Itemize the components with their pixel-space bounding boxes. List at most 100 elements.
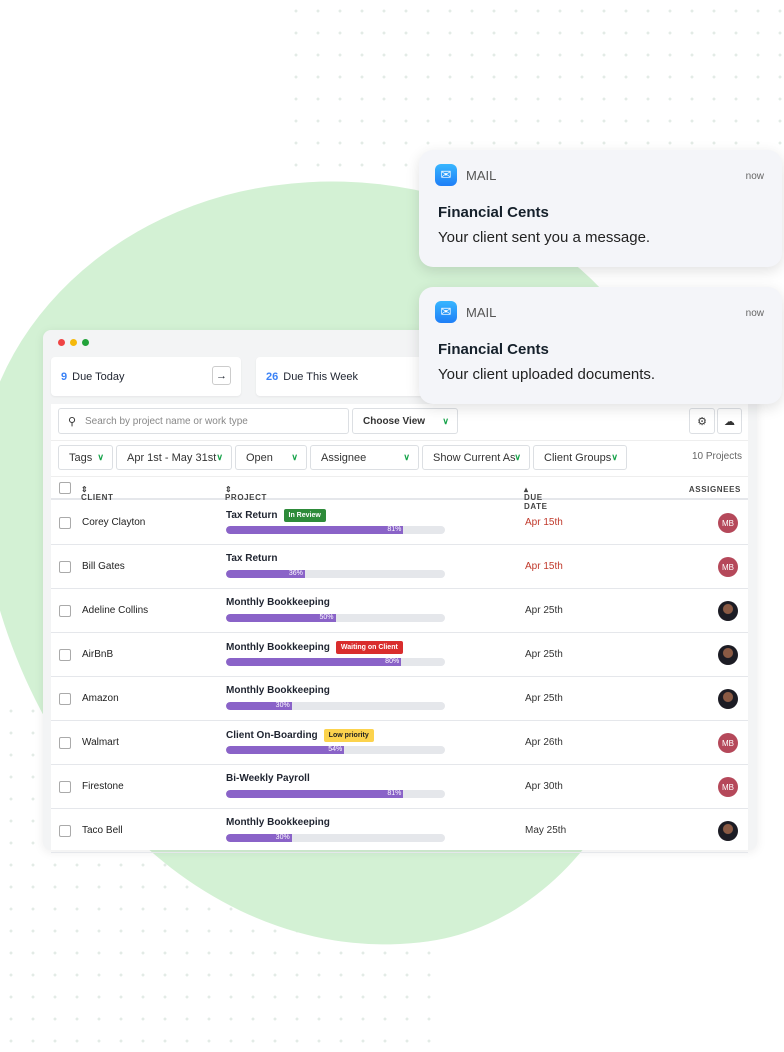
- client-name[interactable]: Walmart: [82, 737, 119, 748]
- row-checkbox[interactable]: [59, 781, 71, 793]
- project-name[interactable]: Monthly Bookkeeping: [226, 685, 330, 696]
- app-window: 9 Due Today → 26 Due This Week ⚲ Search …: [43, 330, 757, 853]
- due-date: Apr 30th: [525, 781, 563, 792]
- avatar[interactable]: MB: [718, 733, 738, 753]
- status-badge: In Review: [283, 509, 326, 522]
- filter-0[interactable]: Tags ∨: [58, 445, 113, 470]
- client-name[interactable]: Adeline Collins: [82, 605, 148, 616]
- notification-title: Financial Cents: [438, 341, 549, 358]
- chevron-down-icon: ∨: [291, 452, 298, 462]
- filter-label: Open: [246, 451, 273, 464]
- project-name[interactable]: Monthly Bookkeeping: [226, 597, 330, 608]
- filter-5[interactable]: Client Groups ∨: [533, 445, 627, 470]
- row-checkbox[interactable]: [59, 693, 71, 705]
- avatar[interactable]: MB: [718, 513, 738, 533]
- client-name[interactable]: Firestone: [82, 781, 124, 792]
- filter-1[interactable]: Apr 1st - May 31st ∨: [116, 445, 232, 470]
- due-date-header[interactable]: DUE DATE ▴: [524, 485, 547, 511]
- project-count: 10 Projects: [691, 451, 742, 462]
- project-name[interactable]: Tax Return In Review: [226, 509, 326, 522]
- avatar-photo[interactable]: [718, 689, 738, 709]
- maximize-dot[interactable]: [82, 339, 89, 346]
- arrow-right-icon[interactable]: →: [212, 366, 231, 385]
- client-name[interactable]: Amazon: [82, 693, 119, 704]
- filter-label: Tags: [69, 451, 93, 464]
- table-row[interactable]: Corey Clayton Tax Return In Review 81% Ap…: [51, 501, 748, 545]
- notification[interactable]: ✉ MAIL now Financial Cents Your client uploa…: [419, 287, 782, 404]
- close-dot[interactable]: [58, 339, 65, 346]
- due-week-count: 26: [266, 370, 279, 383]
- project-name[interactable]: Client On-Boarding Low priority: [226, 729, 374, 742]
- client-name[interactable]: Bill Gates: [82, 561, 125, 572]
- progress-fill: 30%: [226, 834, 292, 842]
- project-name[interactable]: Monthly Bookkeeping: [226, 817, 330, 828]
- due-date: Apr 15th: [525, 517, 563, 528]
- table-row[interactable]: Walmart Client On-Boarding Low priority 5…: [51, 721, 748, 765]
- filter-4[interactable]: Show Current As ∨: [422, 445, 530, 470]
- projects-panel: ⚲ Search by project name or work type Ch…: [51, 404, 748, 853]
- minimize-dot[interactable]: [70, 339, 77, 346]
- client-name[interactable]: Corey Clayton: [82, 517, 145, 528]
- filter-3[interactable]: Assignee ∨: [310, 445, 419, 470]
- choose-view-dropdown[interactable]: Choose View ∨: [352, 408, 458, 434]
- table-row[interactable]: Bill Gates Tax Return 36% Apr 15th MB: [51, 545, 748, 589]
- progress-bar: 50%: [226, 614, 445, 622]
- progress-bar: 80%: [226, 658, 445, 666]
- row-checkbox[interactable]: [59, 517, 71, 529]
- chevron-down-icon: ∨: [514, 452, 521, 462]
- avatar-photo[interactable]: [718, 601, 738, 621]
- progress-bar: 81%: [226, 526, 445, 534]
- chevron-down-icon: ∨: [216, 452, 223, 462]
- client-name[interactable]: Taco Bell: [82, 825, 123, 836]
- progress-fill: 50%: [226, 614, 336, 622]
- notification-app: MAIL: [466, 305, 497, 320]
- progress-fill: 30%: [226, 702, 292, 710]
- select-all-checkbox[interactable]: [59, 482, 71, 494]
- table-row[interactable]: Taco Bell Monthly Bookkeeping 30% May 25…: [51, 809, 748, 853]
- notification-app: MAIL: [466, 168, 497, 183]
- notification[interactable]: ✉ MAIL now Financial Cents Your client sent …: [419, 150, 782, 267]
- row-checkbox[interactable]: [59, 649, 71, 661]
- row-checkbox[interactable]: [59, 605, 71, 617]
- avatar-photo[interactable]: [718, 821, 738, 841]
- choose-view-label: Choose View: [363, 415, 426, 427]
- avatar[interactable]: MB: [718, 777, 738, 797]
- project-name[interactable]: Monthly Bookkeeping Waiting on Client: [226, 641, 403, 654]
- progress-fill: 81%: [226, 790, 404, 798]
- avatar[interactable]: MB: [718, 557, 738, 577]
- row-checkbox[interactable]: [59, 561, 71, 573]
- notification-body: Your client sent you a message.: [438, 229, 651, 246]
- project-header[interactable]: PROJECT ⇕: [225, 485, 266, 502]
- client-name[interactable]: AirBnB: [82, 649, 113, 660]
- client-header[interactable]: CLIENT ⇕: [81, 485, 113, 502]
- row-checkbox[interactable]: [59, 825, 71, 837]
- table-row[interactable]: Amazon Monthly Bookkeeping 30% Apr 25th: [51, 677, 748, 721]
- notification-time: now: [745, 171, 764, 182]
- due-today-card[interactable]: 9 Due Today →: [51, 357, 241, 396]
- project-name[interactable]: Bi-Weekly Payroll: [226, 773, 310, 784]
- filter-label: Assignee: [321, 451, 367, 464]
- progress-fill: 80%: [226, 658, 402, 666]
- assignees-header: ASSIGNEES: [688, 485, 741, 494]
- cloud-download-icon[interactable]: ☁: [717, 408, 742, 434]
- filter-label: Apr 1st - May 31st: [127, 451, 217, 464]
- project-name[interactable]: Tax Return: [226, 553, 278, 564]
- search-input[interactable]: ⚲ Search by project name or work type: [58, 408, 349, 434]
- due-date: Apr 25th: [525, 605, 563, 616]
- gear-icon[interactable]: ⚙: [689, 408, 715, 434]
- table-row[interactable]: Adeline Collins Monthly Bookkeeping 50% …: [51, 589, 748, 633]
- table-row[interactable]: Firestone Bi-Weekly Payroll 81% Apr 30th…: [51, 765, 748, 809]
- chevron-down-icon: ∨: [611, 452, 618, 462]
- due-week-label: Due This Week: [283, 370, 359, 383]
- due-week-card[interactable]: 26 Due This Week: [256, 357, 446, 396]
- row-checkbox[interactable]: [59, 737, 71, 749]
- progress-bar: 81%: [226, 790, 445, 798]
- progress-bar: 54%: [226, 746, 445, 754]
- search-placeholder: Search by project name or work type: [85, 415, 248, 427]
- mail-icon: ✉: [435, 301, 457, 323]
- filter-2[interactable]: Open ∨: [235, 445, 307, 470]
- due-today-count: 9: [61, 370, 68, 383]
- mail-icon: ✉: [435, 164, 457, 186]
- avatar-photo[interactable]: [718, 645, 738, 665]
- table-row[interactable]: AirBnB Monthly Bookkeeping Waiting on Cli…: [51, 633, 748, 677]
